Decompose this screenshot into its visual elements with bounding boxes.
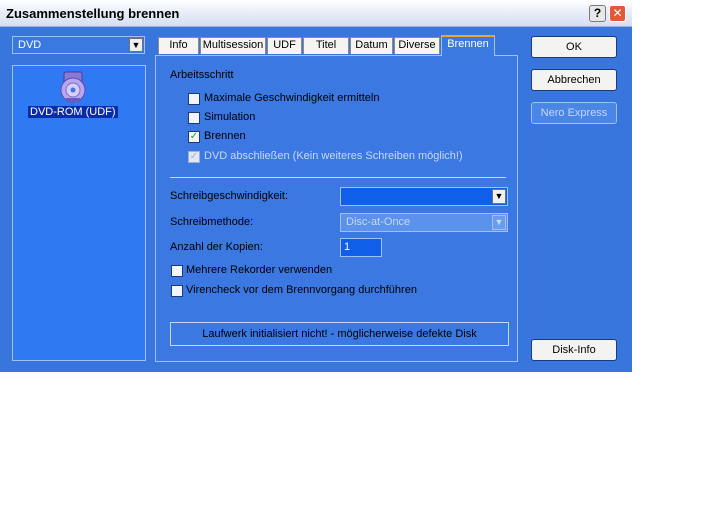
dvd-disc-icon xyxy=(60,71,86,103)
virus-check-checkbox[interactable] xyxy=(171,285,183,297)
write-speed-label: Schreibgeschwindigkeit: xyxy=(170,190,289,202)
chevron-down-icon: ▼ xyxy=(492,215,506,230)
disk-info-button[interactable]: Disk-Info xyxy=(531,339,617,361)
chevron-down-icon[interactable]: ▼ xyxy=(129,38,143,52)
tab-brennen[interactable]: Brennen xyxy=(441,35,495,56)
tab-titel[interactable]: Titel xyxy=(303,37,349,54)
brennen-checkbox[interactable]: ✓ xyxy=(188,131,200,143)
tab-datum[interactable]: Datum xyxy=(350,37,393,54)
max-speed-checkbox[interactable] xyxy=(188,93,200,105)
brennen-label: Brennen xyxy=(204,130,246,142)
title-bar[interactable]: Zusammenstellung brennen ? ✕ xyxy=(0,0,632,27)
copies-value: 1 xyxy=(344,241,351,253)
help-icon[interactable]: ? xyxy=(589,5,606,22)
finalize-label: DVD abschließen (Kein weiteres Schreiben… xyxy=(204,150,463,162)
tab-udf[interactable]: UDF xyxy=(267,37,302,54)
drive-select-value: DVD xyxy=(18,39,42,51)
tab-diverse[interactable]: Diverse xyxy=(394,37,440,54)
checkmark-icon: ✓ xyxy=(189,151,199,162)
window-title: Zusammenstellung brennen xyxy=(6,6,180,21)
chevron-down-icon[interactable]: ▼ xyxy=(492,189,506,204)
finalize-checkbox: ✓ xyxy=(188,151,200,163)
disk-label: DVD-ROM (UDF) xyxy=(28,106,118,118)
drive-select[interactable]: DVD ▼ xyxy=(12,36,145,54)
copies-label: Anzahl der Kopien: xyxy=(170,241,263,253)
close-icon[interactable]: ✕ xyxy=(609,5,626,22)
tab-multisession[interactable]: Multisession xyxy=(200,37,266,54)
write-method-select: Disc-at-Once ▼ xyxy=(340,213,508,232)
disk-list[interactable]: DVD-ROM (UDF) xyxy=(12,65,146,361)
checkmark-icon: ✓ xyxy=(189,131,199,142)
virus-check-label: Virencheck vor dem Brennvorgang durchfüh… xyxy=(186,284,417,296)
write-method-value: Disc-at-Once xyxy=(346,216,411,228)
tab-info[interactable]: Info xyxy=(158,37,199,54)
write-speed-select[interactable]: ▼ xyxy=(340,187,508,206)
cancel-button[interactable]: Abbrechen xyxy=(531,69,617,91)
simulation-checkbox[interactable] xyxy=(188,112,200,124)
nero-express-button: Nero Express xyxy=(531,102,617,124)
simulation-label: Simulation xyxy=(204,111,256,123)
max-speed-label: Maximale Geschwindigkeit ermitteln xyxy=(204,92,380,104)
section-label: Arbeitsschritt xyxy=(170,69,234,81)
write-method-label: Schreibmethode: xyxy=(170,216,254,228)
separator xyxy=(170,177,506,178)
brennen-tab-page: Arbeitsschritt Maximale Geschwindigkeit … xyxy=(155,55,518,362)
multi-recorder-checkbox[interactable] xyxy=(171,265,183,277)
burn-dialog: Zusammenstellung brennen ? ✕ DVD ▼ DVD-R… xyxy=(0,0,632,372)
multi-recorder-label: Mehrere Rekorder verwenden xyxy=(186,264,333,276)
copies-input[interactable]: 1 xyxy=(340,238,382,257)
ok-button[interactable]: OK xyxy=(531,36,617,58)
status-message: Laufwerk initialisiert nicht! - mögliche… xyxy=(170,322,509,346)
